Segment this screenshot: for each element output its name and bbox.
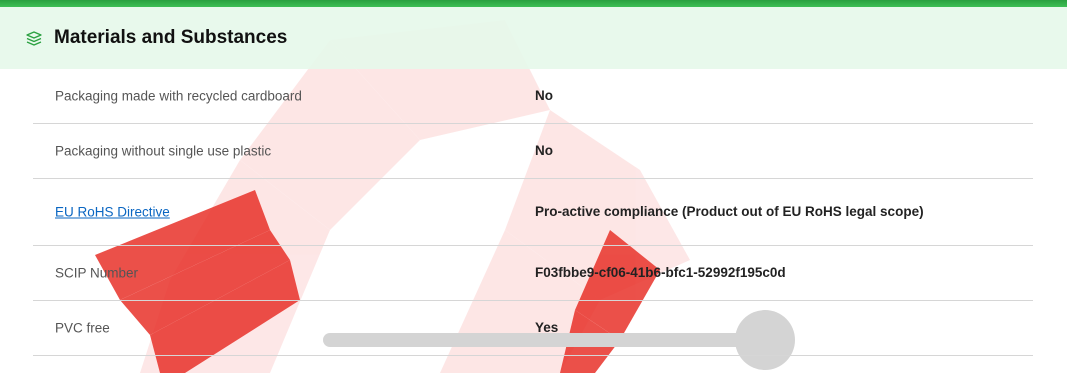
attribute-row-recycled-cardboard: Packaging made with recycled cardboard N…	[33, 69, 1033, 124]
layers-icon	[24, 28, 44, 48]
attribute-value: F03fbbe9-cf06-41b6-bfc1-52992f195c0d	[535, 265, 786, 280]
eu-rohs-link[interactable]: EU RoHS Directive	[55, 205, 170, 220]
attribute-row-scip-number: SCIP Number F03fbbe9-cf06-41b6-bfc1-5299…	[33, 246, 1033, 301]
attribute-row-eu-rohs: EU RoHS Directive Pro-active compliance …	[33, 179, 1033, 246]
materials-panel: Materials and Substances Packaging made …	[0, 0, 1067, 356]
attribute-value: No	[535, 88, 553, 103]
attribute-label: Packaging made with recycled cardboard	[55, 88, 302, 104]
attribute-row-single-use-plastic: Packaging without single use plastic No	[33, 124, 1033, 179]
accent-bar	[0, 0, 1067, 7]
attribute-value: Yes	[535, 320, 559, 335]
attribute-label: SCIP Number	[55, 265, 139, 281]
section-title: Materials and Substances	[54, 27, 288, 48]
attribute-value: Pro-active compliance (Product out of EU…	[535, 204, 924, 219]
attribute-value: No	[535, 143, 553, 158]
attribute-label: Packaging without single use plastic	[55, 143, 272, 159]
attribute-row-pvc-free: PVC free Yes	[33, 301, 1033, 356]
section-header[interactable]: Materials and Substances	[0, 7, 1067, 69]
attribute-label: PVC free	[55, 320, 110, 336]
